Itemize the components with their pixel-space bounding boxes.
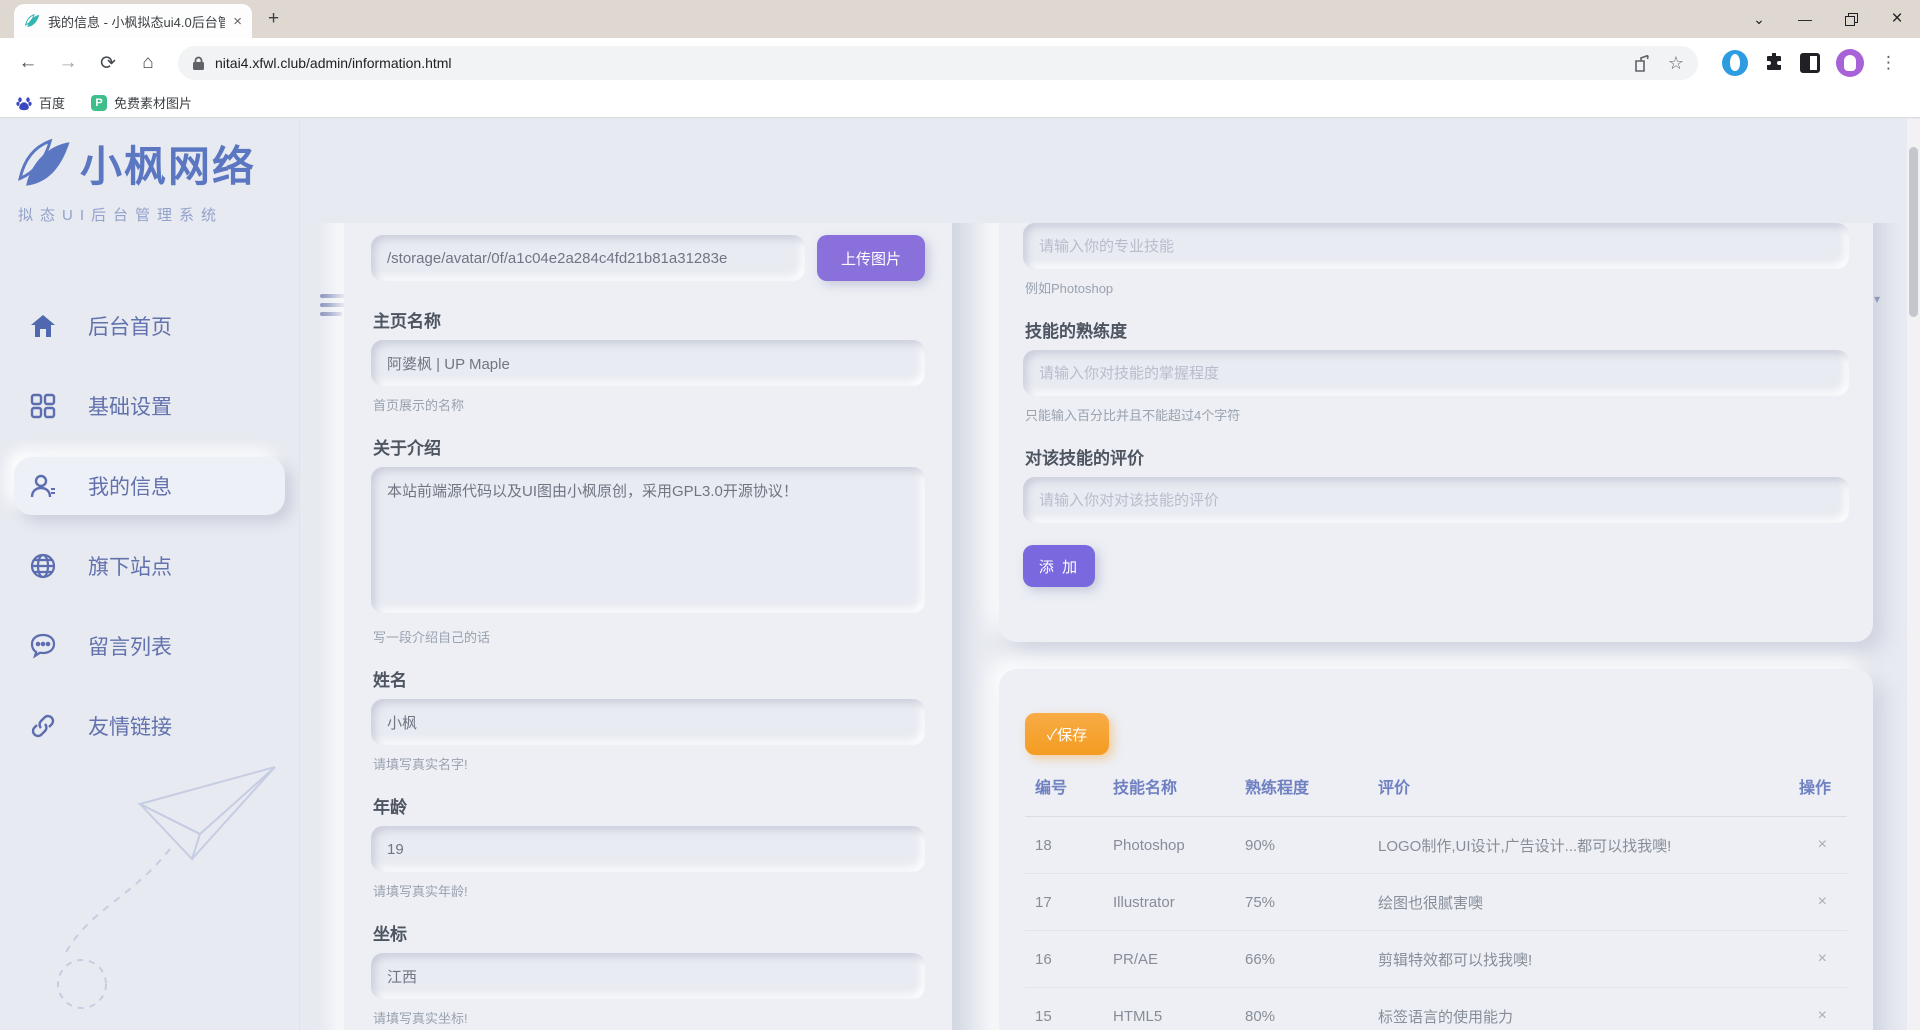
home-icon [28,311,58,341]
table-row: 18 Photoshop 90% LOGO制作,UI设计,广告设计...都可以找… [1025,817,1847,874]
table-row: 16 PR/AE 66% 剪辑特效都可以找我噢! × [1025,931,1847,988]
sidebar-item-dashboard[interactable]: 后台首页 [14,297,285,355]
sidebar-item-settings[interactable]: 基础设置 [14,377,285,435]
delete-row-icon[interactable]: × [1781,836,1837,854]
grid-icon [28,391,58,421]
sidebar-item-messages[interactable]: 留言列表 [14,617,285,675]
age-label: 年龄 [373,793,925,818]
lock-icon [192,56,205,71]
avatar-path-input[interactable] [371,235,805,281]
table-row: 15 HTML5 80% 标签语言的使用能力 × [1025,988,1847,1030]
window-controls: ⌄ — × [1736,0,1920,38]
save-button[interactable]: ✓保存 [1025,713,1109,755]
name-help: 请填写真实名字! [373,754,925,773]
name-label: 姓名 [373,666,925,691]
user-icon [28,471,58,501]
bookmark-material[interactable]: P 免费素材图片 [91,93,192,112]
homepage-name-input[interactable] [371,340,925,386]
tab-title: 我的信息 - 小枫拟态ui4.0后台管 [48,12,225,31]
url-bar[interactable]: nitai4.xfwl.club/admin/information.html … [178,46,1698,80]
skill-name-input[interactable] [1023,223,1849,269]
back-icon[interactable]: ← [12,47,44,79]
qq-extension-icon[interactable] [1722,50,1748,76]
browser-menu-icon[interactable]: ⋮ [1880,53,1898,73]
delete-row-icon[interactable]: × [1781,893,1837,911]
skill-name-help: 例如Photoshop [1025,278,1849,297]
add-skill-card: 例如Photoshop 技能的熟练度 只能输入百分比并且不能超过4个字符 对该技… [999,223,1873,642]
age-help: 请填写真实年龄! [373,881,925,900]
material-p-icon: P [91,95,107,111]
browser-toolbar: ← → ⟳ ⌂ nitai4.xfwl.club/admin/informati… [0,38,1920,88]
bookmarks-bar: 百度 P 免费素材图片 [0,88,1920,118]
about-help: 写一段介绍自己的话 [373,627,925,646]
skill-table-header: 编号 技能名称 熟练程度 评价 操作 [1025,755,1847,817]
skill-comment-input[interactable] [1023,477,1849,523]
about-label: 关于介绍 [373,434,925,459]
age-input[interactable] [371,826,925,872]
skill-level-input[interactable] [1023,350,1849,396]
scrollbar-thumb[interactable] [1909,147,1918,317]
tab-close-icon[interactable]: × [233,13,242,30]
url-text: nitai4.xfwl.club/admin/information.html [215,55,1625,71]
location-label: 坐标 [373,920,925,945]
reload-icon[interactable]: ⟳ [92,47,124,79]
add-skill-button[interactable]: 添 加 [1023,545,1095,587]
about-textarea[interactable]: 本站前端源代码以及UI图由小枫原创，采用GPL3.0开源协议！ [371,467,925,613]
logo-subtitle: 拟态UI后台管理系统 [0,194,299,225]
browser-sidepanel-icon[interactable] [1800,53,1820,73]
admin-app: 小枫网络 拟态UI后台管理系统 后台首页 基础设置 我的信息 旗下站点 留 [0,119,1920,1030]
skill-level-help: 只能输入百分比并且不能超过4个字符 [1025,405,1849,424]
link-icon [28,711,58,741]
window-minimize-icon[interactable]: — [1782,0,1828,38]
new-tab-icon[interactable]: + [268,8,279,30]
sidebar-item-my-info[interactable]: 我的信息 [14,457,285,515]
homepage-name-help: 首页展示的名称 [373,395,925,414]
delete-row-icon[interactable]: × [1781,1007,1837,1025]
sidebar-item-sites[interactable]: 旗下站点 [14,537,285,595]
location-help: 请填写真实坐标! [373,1008,925,1027]
logo-text: 小枫网络 [80,133,256,194]
content-area: 上传图片 主页名称 首页展示的名称 关于介绍 本站前端源代码以及UI图由小枫原创… [301,223,1906,1030]
logo-feather-icon [14,135,72,193]
name-input[interactable] [371,699,925,745]
page-scrollbar[interactable] [1907,119,1920,1030]
globe-icon [28,551,58,581]
paper-plane-decoration [20,739,290,1029]
upload-image-button[interactable]: 上传图片 [817,235,925,281]
share-icon[interactable] [1635,55,1654,72]
browser-profile-avatar[interactable] [1836,49,1864,77]
site-favicon-icon [24,13,40,29]
skill-comment-label: 对该技能的评价 [1025,444,1849,469]
window-restore-icon[interactable] [1828,0,1874,38]
check-icon: ✓ [1047,727,1057,744]
window-close-icon[interactable]: × [1874,0,1920,38]
home-icon[interactable]: ⌂ [132,47,164,79]
logo[interactable]: 小枫网络 [0,119,299,194]
delete-row-icon[interactable]: × [1781,950,1837,968]
location-input[interactable] [371,953,925,999]
profile-card: 上传图片 主页名称 首页展示的名称 关于介绍 本站前端源代码以及UI图由小枫原创… [344,223,952,1030]
skill-table-card: ✓保存 编号 技能名称 熟练程度 评价 操作 18 Photoshop 90% … [999,669,1873,1030]
bookmark-star-icon[interactable]: ☆ [1668,53,1684,74]
sidebar-menu: 后台首页 基础设置 我的信息 旗下站点 留言列表 友情链接 [0,297,299,755]
skill-level-label: 技能的熟练度 [1025,317,1849,342]
browser-titlebar: 我的信息 - 小枫拟态ui4.0后台管 × + ⌄ — × [0,0,1920,38]
browser-tab[interactable]: 我的信息 - 小枫拟态ui4.0后台管 × [14,4,252,38]
window-chevron-icon[interactable]: ⌄ [1736,0,1782,38]
baidu-paw-icon [16,95,32,111]
extensions-puzzle-icon[interactable] [1764,53,1784,73]
extensions-area: ⋮ [1712,49,1908,77]
sidebar: 小枫网络 拟态UI后台管理系统 后台首页 基础设置 我的信息 旗下站点 留 [0,119,300,1030]
homepage-name-label: 主页名称 [373,307,925,332]
table-row: 17 Illustrator 75% 绘图也很腻害噢 × [1025,874,1847,931]
bookmark-baidu[interactable]: 百度 [16,93,65,112]
comment-icon [28,631,58,661]
forward-icon[interactable]: → [52,47,84,79]
